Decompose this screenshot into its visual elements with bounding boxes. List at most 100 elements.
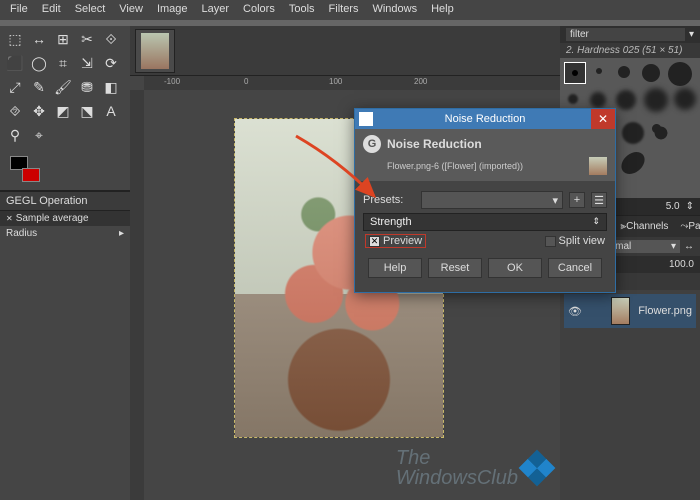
chevron-down-icon[interactable]: ▾ [689, 29, 694, 40]
split-view-checkbox[interactable]: Split view [545, 234, 605, 248]
layer-thumb [611, 297, 630, 325]
menu-help[interactable]: Help [425, 2, 460, 18]
menu-select[interactable]: Select [69, 2, 112, 18]
tool-paths[interactable]: ✥ [30, 102, 48, 120]
strength-label: Strength [370, 216, 412, 228]
ruler-horizontal: -100 0 100 200 [144, 76, 560, 90]
tool-gradient[interactable]: ◧ [102, 78, 120, 96]
background-color[interactable] [22, 168, 40, 182]
tool-options-item: ✕ Sample average [0, 211, 130, 226]
visibility-icon[interactable]: 👁 [568, 305, 582, 318]
checkbox-icon [545, 236, 556, 247]
tool-align[interactable]: ↔ [30, 30, 48, 48]
presets-label: Presets: [363, 194, 415, 206]
presets-select[interactable]: ▾ [421, 191, 563, 209]
brush-item[interactable] [618, 66, 630, 78]
close-icon[interactable]: ✕ [6, 214, 13, 223]
brush-item[interactable] [622, 122, 644, 144]
brush-filter-input[interactable]: filter [566, 28, 685, 41]
watermark-line1: The [396, 448, 518, 468]
chevron-down-icon: ▾ [552, 194, 558, 207]
layer-list: 👁 Flower.png [560, 290, 700, 500]
preview-checkbox[interactable]: ✕ Preview [365, 234, 426, 248]
menu-filters[interactable]: Filters [323, 2, 365, 18]
brush-selected[interactable] [564, 62, 586, 84]
radius-label: Radius [6, 228, 37, 239]
tool-fuzzy-select[interactable]: ⟐ [102, 30, 120, 48]
strength-spinner-icon[interactable]: ⇕ [592, 216, 600, 228]
tool-options-label: Sample average [16, 213, 89, 224]
tool-perspective[interactable]: ⬔ [78, 102, 96, 120]
tool-color-picker[interactable]: ⚲ [6, 126, 24, 144]
tool-pencil[interactable]: ✎ [30, 78, 48, 96]
tool-bucket[interactable]: ⇲ [78, 54, 96, 72]
tool-move[interactable]: ⬚ [6, 30, 24, 48]
expand-icon[interactable]: ▸ [119, 228, 124, 239]
tool-rotate[interactable]: ⟳ [102, 54, 120, 72]
brush-item[interactable] [568, 94, 578, 104]
spinner-icon[interactable]: ⇕ [686, 201, 694, 212]
brush-item[interactable] [618, 152, 647, 174]
tab-channels[interactable]: ⫸Channels [617, 220, 671, 233]
brush-item[interactable] [668, 62, 692, 86]
tool-smudge[interactable]: ⯑ [6, 102, 24, 120]
reset-button[interactable]: Reset [428, 258, 482, 278]
menu-colors[interactable]: Colors [237, 2, 281, 18]
menu-windows[interactable]: Windows [366, 2, 423, 18]
menu-tools[interactable]: Tools [283, 2, 321, 18]
menu-layer[interactable]: Layer [196, 2, 236, 18]
brush-size-value: 5.0 [666, 201, 680, 212]
app-icon [359, 112, 373, 126]
dialog-title-bar[interactable]: Noise Reduction ✕ [355, 109, 615, 129]
layer-name: Flower.png [638, 305, 692, 317]
tab-paths[interactable]: ⤳Paths [677, 220, 700, 233]
tool-text[interactable]: A [102, 102, 120, 120]
tool-ellipse-select[interactable]: ◯ [30, 54, 48, 72]
checkbox-row: ✕ Preview Split view [363, 231, 607, 254]
tool-free-select[interactable]: ✂ [78, 30, 96, 48]
tool-ink[interactable]: ⛃ [78, 78, 96, 96]
brush-item[interactable] [616, 90, 636, 110]
brush-item[interactable] [596, 68, 602, 74]
cancel-button[interactable]: Cancel [548, 258, 602, 278]
close-button[interactable]: ✕ [591, 109, 615, 129]
dialog-subtitle-row: Flower.png-6 ([Flower] (imported)) [355, 157, 615, 181]
brush-item[interactable] [644, 88, 668, 112]
ruler-vertical [130, 90, 144, 500]
mode-switch-icon[interactable]: ↔ [684, 241, 694, 252]
tool-crop[interactable]: ⬛ [6, 54, 24, 72]
gegl-icon: G [363, 135, 381, 153]
dialog-body: Presets: ▾ + ☰ Strength ⇕ ✕ Preview Spli… [355, 181, 615, 292]
tool-flip[interactable]: ◩ [54, 102, 72, 120]
tool-unified-transform[interactable]: ⌗ [54, 54, 72, 72]
image-tab-thumb [141, 33, 169, 69]
help-button[interactable]: Help [368, 258, 422, 278]
menu-file[interactable]: File [4, 2, 34, 18]
tool-measure[interactable]: ⌖ [30, 126, 48, 144]
strength-slider[interactable]: Strength ⇕ [363, 213, 607, 231]
menu-edit[interactable]: Edit [36, 2, 67, 18]
chevron-down-icon: ▾ [671, 241, 676, 252]
preset-add-button[interactable]: + [569, 192, 585, 208]
watermark: The WindowsClub [396, 448, 550, 488]
brush-item[interactable] [650, 122, 672, 144]
layer-item[interactable]: 👁 Flower.png [564, 294, 696, 328]
brush-item[interactable] [642, 64, 660, 82]
tool-rect-select[interactable]: ⊞ [54, 30, 72, 48]
checkbox-icon: ✕ [369, 236, 380, 247]
fg-bg-color-swatch[interactable] [10, 156, 40, 182]
menu-image[interactable]: Image [151, 2, 194, 18]
brush-item[interactable] [590, 92, 606, 108]
tool-scale[interactable]: ⤢ [6, 78, 24, 96]
watermark-line2: WindowsClub [396, 468, 518, 488]
ruler-mark: 0 [244, 77, 248, 86]
ok-button[interactable]: OK [488, 258, 542, 278]
image-tab-flower[interactable] [135, 29, 175, 73]
tool-options-header: GEGL Operation [0, 191, 130, 211]
toolbox-panel: ⬚ ↔ ⊞ ✂ ⟐ ⬛ ◯ ⌗ ⇲ ⟳ ⤢ ✎ 🖌 ⛃ ◧ ⯑ ✥ ◩ ⬔ A … [0, 26, 130, 241]
tool-paintbrush[interactable]: 🖌 [54, 78, 72, 96]
dialog-subtitle: Flower.png-6 ([Flower] (imported)) [387, 161, 523, 171]
preset-menu-button[interactable]: ☰ [591, 192, 607, 208]
menu-view[interactable]: View [113, 2, 149, 18]
brush-item[interactable] [674, 88, 696, 110]
